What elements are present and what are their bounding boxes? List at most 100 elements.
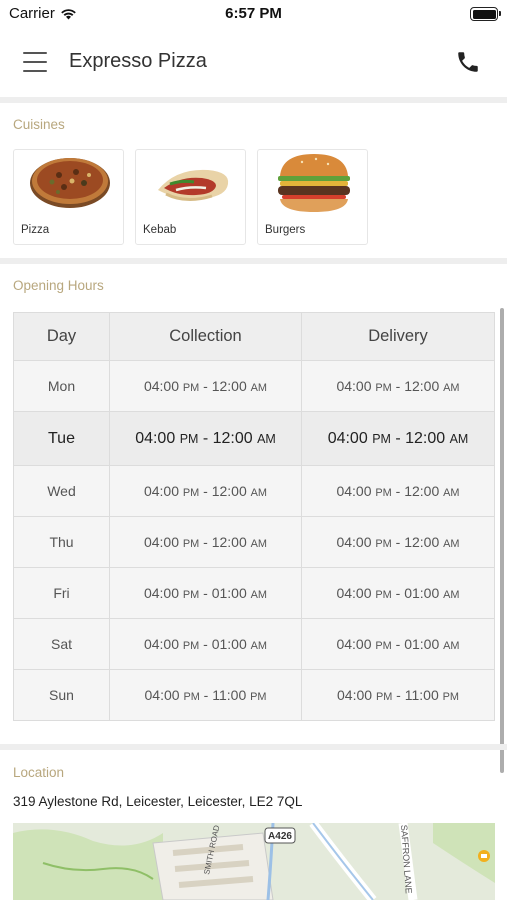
time-period: PM [372,431,391,446]
time-period: AM [250,640,268,652]
hours-cell-collection: 04:00 PM - 11:00 PM [109,669,302,721]
hours-cell-delivery: 04:00 PM - 12:00 AM [301,516,495,568]
hours-cell-delivery: 04:00 PM - 01:00 AM [301,567,495,619]
hours-cell-collection: 04:00 PM - 01:00 AM [109,618,302,670]
hamburger-menu-icon[interactable] [23,52,47,72]
hours-cell-day: Sun [13,669,110,721]
time-value: 12:00 [212,429,253,447]
cuisines-heading: Cuisines [13,117,65,132]
hours-cell-collection: 04:00 PM - 12:00 AM [109,360,302,412]
time-value: 12:00 [405,429,446,447]
time-period: AM [250,538,268,550]
table-row: Sat 04:00 PM - 01:00 AM 04:00 PM - 01:00 A… [13,618,495,670]
time-value: 04:00 [135,429,176,447]
table-row: Sun 04:00 PM - 11:00 PM 04:00 PM - 11:00 P… [13,669,495,721]
time-period: PM [183,691,200,703]
table-row: Fri 04:00 PM - 01:00 AM 04:00 PM - 01:00 A… [13,567,495,619]
hours-cell-collection: 04:00 PM - 01:00 AM [109,567,302,619]
cuisine-label: Kebab [143,224,177,236]
time-value: 12:00 [404,483,440,499]
time-value: 04:00 [143,636,180,652]
hours-cell-delivery: 04:00 PM - 12:00 AM [301,411,495,466]
time-value: 04:00 [336,483,372,499]
time-period: AM [250,487,268,499]
time-period: AM [443,640,460,652]
cuisine-label: Burgers [265,224,306,236]
cuisine-label: Pizza [21,224,50,236]
time-period: AM [250,382,268,394]
location-heading: Location [13,765,65,780]
time-period: PM [375,538,392,550]
table-row: Mon 04:00 PM - 12:00 AM 04:00 PM - 12:00 A… [13,360,495,412]
table-row: Thu 04:00 PM - 12:00 AM 04:00 PM - 12:00 A… [13,516,495,568]
time-period: PM [375,640,392,652]
scrollbar[interactable] [500,308,504,773]
opening-hours-heading: Opening Hours [13,278,104,293]
column-header-collection: Collection [109,312,302,361]
time-value: 04:00 [336,636,372,652]
status-bar: Carrier 6:57 PM [0,0,507,30]
time-period: AM [250,589,268,601]
time-value: 04:00 [336,378,372,394]
time-value: 01:00 [404,636,440,652]
cuisine-card-kebab[interactable]: Kebab [135,149,246,245]
time-period: PM [182,640,200,652]
time-value: 12:00 [211,483,247,499]
time-value: 01:00 [211,636,247,652]
time-value: 12:00 [404,378,440,394]
time-value: 04:00 [336,534,372,550]
time-value: 12:00 [211,378,247,394]
time-value: 12:00 [211,534,247,550]
time-value: 12:00 [404,534,440,550]
hours-cell-day: Thu [13,516,110,568]
hours-cell-delivery: 04:00 PM - 01:00 AM [301,618,495,670]
time-period: PM [375,691,393,703]
time-period: PM [179,431,199,446]
column-header-day: Day [13,312,110,361]
table-header-row: Day Collection Delivery [13,312,495,361]
cuisine-card-burgers[interactable]: Burgers [257,149,368,245]
phone-icon[interactable] [455,49,481,75]
pizza-image [30,158,110,208]
time-period: PM [375,589,392,601]
opening-hours-table: Day Collection Delivery Mon 04:00 PM - 12… [13,312,495,721]
hours-cell-collection: 04:00 PM - 12:00 AM [109,411,302,466]
hours-cell-day: Mon [13,360,110,412]
column-header-delivery: Delivery [301,312,495,361]
hours-cell-day: Fri [13,567,110,619]
cuisine-card-pizza[interactable]: Pizza [13,149,124,245]
table-row: Wed 04:00 PM - 12:00 AM 04:00 PM - 12:00 A… [13,465,495,517]
hours-cell-delivery: 04:00 PM - 12:00 AM [301,465,495,517]
time-value: 04:00 [336,585,372,601]
section-divider [0,97,507,103]
time-period: PM [182,589,200,601]
table-row: Tue 04:00 PM - 12:00 AM 04:00 PM - 12:00 A… [13,411,495,466]
time-value: 04:00 [327,429,368,447]
time-value: 04:00 [337,687,373,703]
time-value: 04:00 [143,378,180,394]
app-header: Expresso Pizza [0,30,507,96]
map-graphic: A426 SMITH ROAD SAFFRON LANE [13,823,495,900]
time-value: 04:00 [143,534,180,550]
hours-cell-day: Wed [13,465,110,517]
time-period: PM [182,382,200,394]
time-value: 04:00 [143,585,180,601]
hours-cell-day: Sat [13,618,110,670]
kebab-image [158,169,229,201]
burger-image [278,154,350,212]
page-title: Expresso Pizza [69,50,207,72]
time-period: AM [449,431,469,446]
time-period: AM [443,487,460,499]
location-map[interactable]: A426 SMITH ROAD SAFFRON LANE [13,823,495,900]
restaurant-address: 319 Aylestone Rd, Leicester, Leicester, … [13,794,303,809]
time-period: AM [443,538,460,550]
hours-cell-delivery: 04:00 PM - 12:00 AM [301,360,495,412]
time-value: 04:00 [144,687,180,703]
time-value: 04:00 [143,483,180,499]
time-value: 11:00 [212,687,247,703]
hours-cell-collection: 04:00 PM - 12:00 AM [109,516,302,568]
time-period: AM [257,431,276,446]
time-period: PM [375,382,392,394]
time-period: AM [443,589,460,601]
time-value: 01:00 [211,585,247,601]
